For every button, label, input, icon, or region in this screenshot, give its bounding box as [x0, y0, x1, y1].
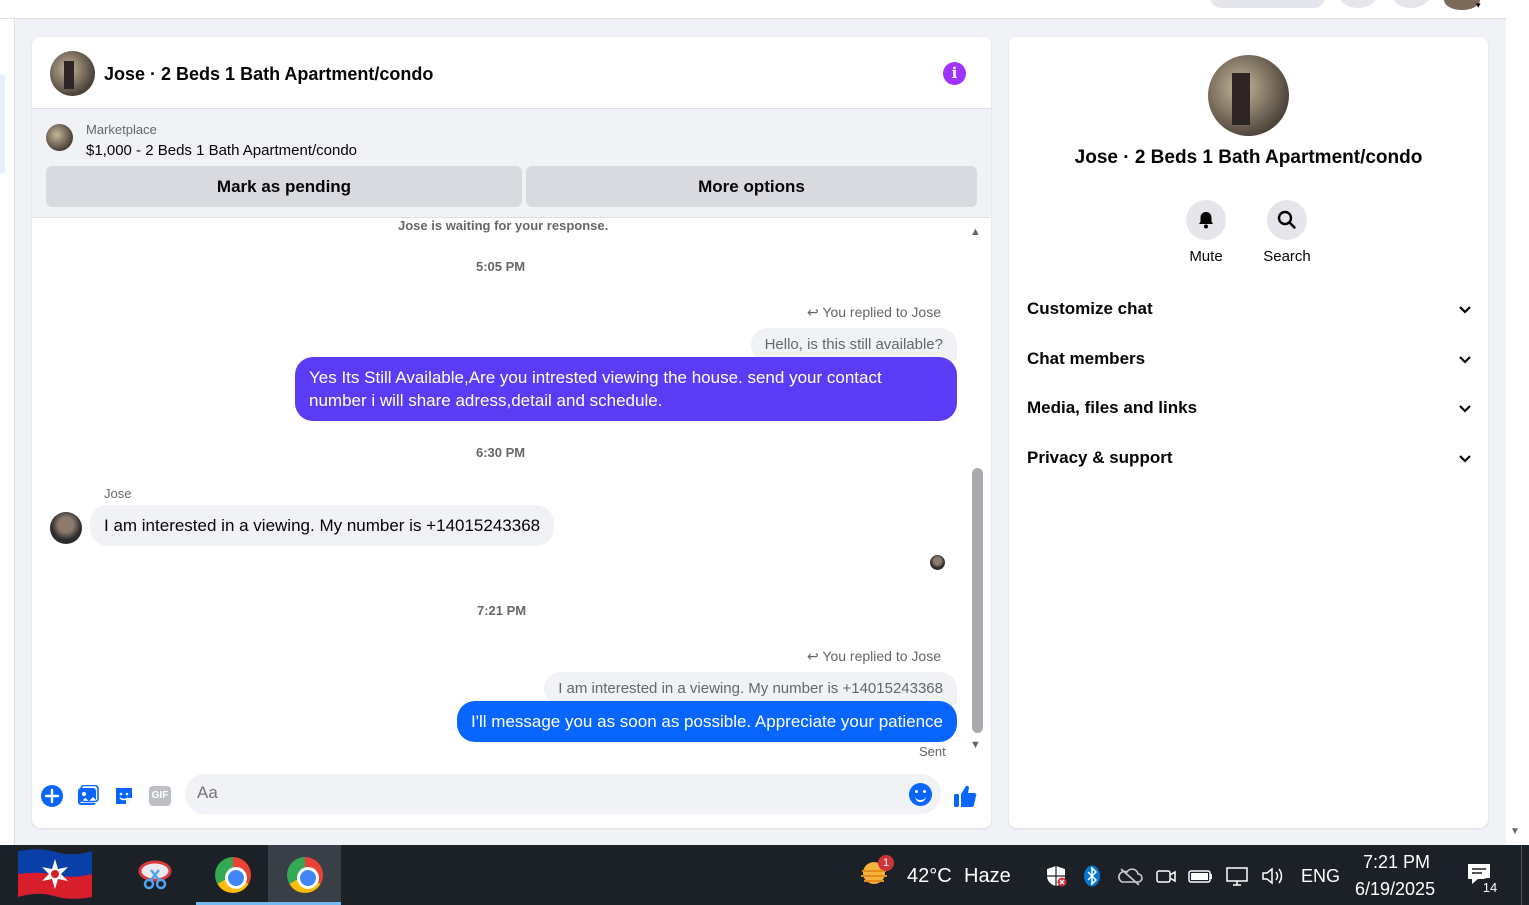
network-icon[interactable]: [1225, 865, 1248, 887]
incoming-message[interactable]: I am interested in a viewing. My number …: [90, 505, 555, 546]
clock-date[interactable]: 6/19/2025: [1355, 879, 1435, 900]
weather-temp[interactable]: 42°C: [907, 865, 952, 888]
top-bar-pill-button[interactable]: [1210, 0, 1325, 8]
bluetooth-icon[interactable]: [1083, 865, 1105, 887]
chevron-down-icon: [1458, 401, 1472, 419]
more-options-button[interactable]: More options: [526, 166, 977, 207]
chat-avatar[interactable]: [50, 51, 95, 96]
mute-button[interactable]: Mute: [1166, 200, 1246, 265]
waiting-notice: Jose is waiting for your response.: [398, 218, 609, 233]
message-list[interactable]: Jose is waiting for your response. ▲ 5:0…: [32, 218, 991, 764]
battery-icon[interactable]: [1188, 865, 1212, 887]
scroll-up-arrow-icon[interactable]: ▲: [970, 226, 981, 238]
notification-count: 14: [1478, 878, 1502, 898]
replied-label: You replied to Jose: [822, 648, 941, 664]
profile-avatar[interactable]: [1208, 55, 1289, 136]
outgoing-message[interactable]: Yes Its Still Available,Are you intreste…: [295, 357, 957, 421]
search-label: Search: [1263, 248, 1311, 265]
onedrive-icon[interactable]: [1117, 865, 1143, 887]
chevron-down-icon: [1458, 451, 1472, 469]
conversation-info-panel: Jose · 2 Beds 1 Bath Apartment/condo Mut…: [1009, 37, 1488, 828]
start-button[interactable]: [0, 845, 112, 905]
language-indicator[interactable]: ENG: [1301, 866, 1340, 887]
taskbar-snipping-tool[interactable]: [118, 845, 191, 905]
flag-icon: [18, 849, 92, 899]
timestamp: 5:05 PM: [476, 259, 526, 274]
left-sidebar-edge: [0, 19, 15, 845]
section-label: Media, files and links: [1027, 398, 1198, 417]
reply-arrow-icon: ↩︎: [807, 304, 823, 320]
replied-indicator: ↩︎ You replied to Jose: [807, 648, 941, 665]
message-input[interactable]: [197, 783, 887, 803]
facebook-top-bar: ▾: [0, 0, 1506, 19]
top-bar-menu-button[interactable]: [1338, 0, 1378, 8]
sender-name: Jose: [104, 486, 132, 501]
show-desktop-button[interactable]: [1521, 845, 1529, 905]
chevron-down-icon: [1458, 302, 1472, 320]
marketplace-label: Marketplace: [86, 122, 157, 137]
like-icon[interactable]: [952, 783, 978, 809]
scissors-icon: [138, 860, 171, 890]
gif-label: GIF: [149, 786, 171, 806]
bell-icon[interactable]: [1186, 200, 1226, 240]
camera-icon[interactable]: [1155, 865, 1177, 887]
info-icon[interactable]: i: [943, 62, 966, 85]
reply-arrow-icon: ↩︎: [807, 648, 823, 664]
replied-label: You replied to Jose: [822, 304, 941, 320]
clock-time[interactable]: 7:21 PM: [1363, 852, 1430, 873]
listing-price-title[interactable]: $1,000 - 2 Beds 1 Bath Apartment/condo: [86, 142, 357, 159]
sent-status: Sent: [919, 744, 946, 759]
page-scrollbar[interactable]: ▼: [1506, 0, 1529, 845]
listing-thumbnail[interactable]: [46, 124, 73, 151]
section-chat-members[interactable]: Chat members: [1027, 344, 1472, 374]
search-icon[interactable]: [1267, 200, 1307, 240]
weather-desc[interactable]: Haze: [964, 865, 1011, 888]
chat-panel: Jose · 2 Beds 1 Bath Apartment/condo i M…: [32, 37, 991, 828]
section-label: Customize chat: [1027, 299, 1153, 318]
security-shield-icon[interactable]: [1045, 865, 1067, 887]
plus-icon[interactable]: [39, 783, 65, 809]
mark-as-pending-button[interactable]: Mark as pending: [46, 166, 522, 207]
chrome-icon: [214, 857, 251, 893]
timestamp: 6:30 PM: [476, 445, 526, 460]
section-privacy-support[interactable]: Privacy & support: [1027, 443, 1472, 473]
photo-icon[interactable]: [75, 783, 101, 809]
sender-avatar[interactable]: [50, 512, 82, 544]
taskbar-chrome[interactable]: [196, 845, 269, 905]
sticker-icon[interactable]: [111, 783, 137, 809]
message-composer: GIF: [32, 764, 991, 828]
marketplace-listing-bar: Marketplace $1,000 - 2 Beds 1 Bath Apart…: [32, 109, 991, 218]
message-input-box[interactable]: [185, 774, 941, 814]
outgoing-message[interactable]: I'll message you as soon as possible. Ap…: [457, 701, 957, 742]
volume-icon[interactable]: [1261, 865, 1283, 887]
emoji-icon[interactable]: [909, 783, 932, 806]
windows-taskbar: 1 42°C Haze ENG 7:21 PM 6/19/2025 14: [0, 845, 1529, 905]
section-media-files-links[interactable]: Media, files and links: [1027, 393, 1472, 423]
weather-icon[interactable]: 1: [858, 855, 894, 887]
taskbar-chrome-profile[interactable]: [268, 845, 341, 905]
top-bar-notifications-button[interactable]: [1391, 0, 1431, 8]
chevron-down-icon: [1458, 352, 1472, 370]
conversation-name: Jose · 2 Beds 1 Bath Apartment/condo: [1074, 147, 1423, 168]
timestamp: 7:21 PM: [477, 603, 527, 618]
sidebar-selected-indicator: [0, 74, 5, 174]
gif-icon[interactable]: GIF: [147, 783, 173, 809]
chat-title[interactable]: Jose · 2 Beds 1 Bath Apartment/condo: [104, 64, 433, 85]
chat-header: Jose · 2 Beds 1 Bath Apartment/condo i: [32, 37, 991, 109]
section-label: Chat members: [1027, 349, 1146, 368]
account-avatar[interactable]: [1444, 0, 1480, 10]
section-label: Privacy & support: [1027, 448, 1173, 467]
chevron-down-icon: ▾: [1476, 0, 1481, 10]
scroll-down-arrow-icon[interactable]: ▼: [1510, 826, 1520, 837]
search-button[interactable]: Search: [1247, 200, 1327, 265]
mute-label: Mute: [1189, 248, 1223, 265]
section-customize-chat[interactable]: Customize chat: [1027, 294, 1472, 324]
weather-badge: 1: [878, 855, 894, 871]
seen-avatar: [930, 555, 945, 570]
chrome-profile-icon: [286, 857, 323, 893]
scroll-down-arrow-icon[interactable]: ▼: [970, 739, 981, 751]
replied-indicator: ↩︎ You replied to Jose: [807, 304, 941, 321]
message-scrollbar[interactable]: [972, 468, 983, 733]
